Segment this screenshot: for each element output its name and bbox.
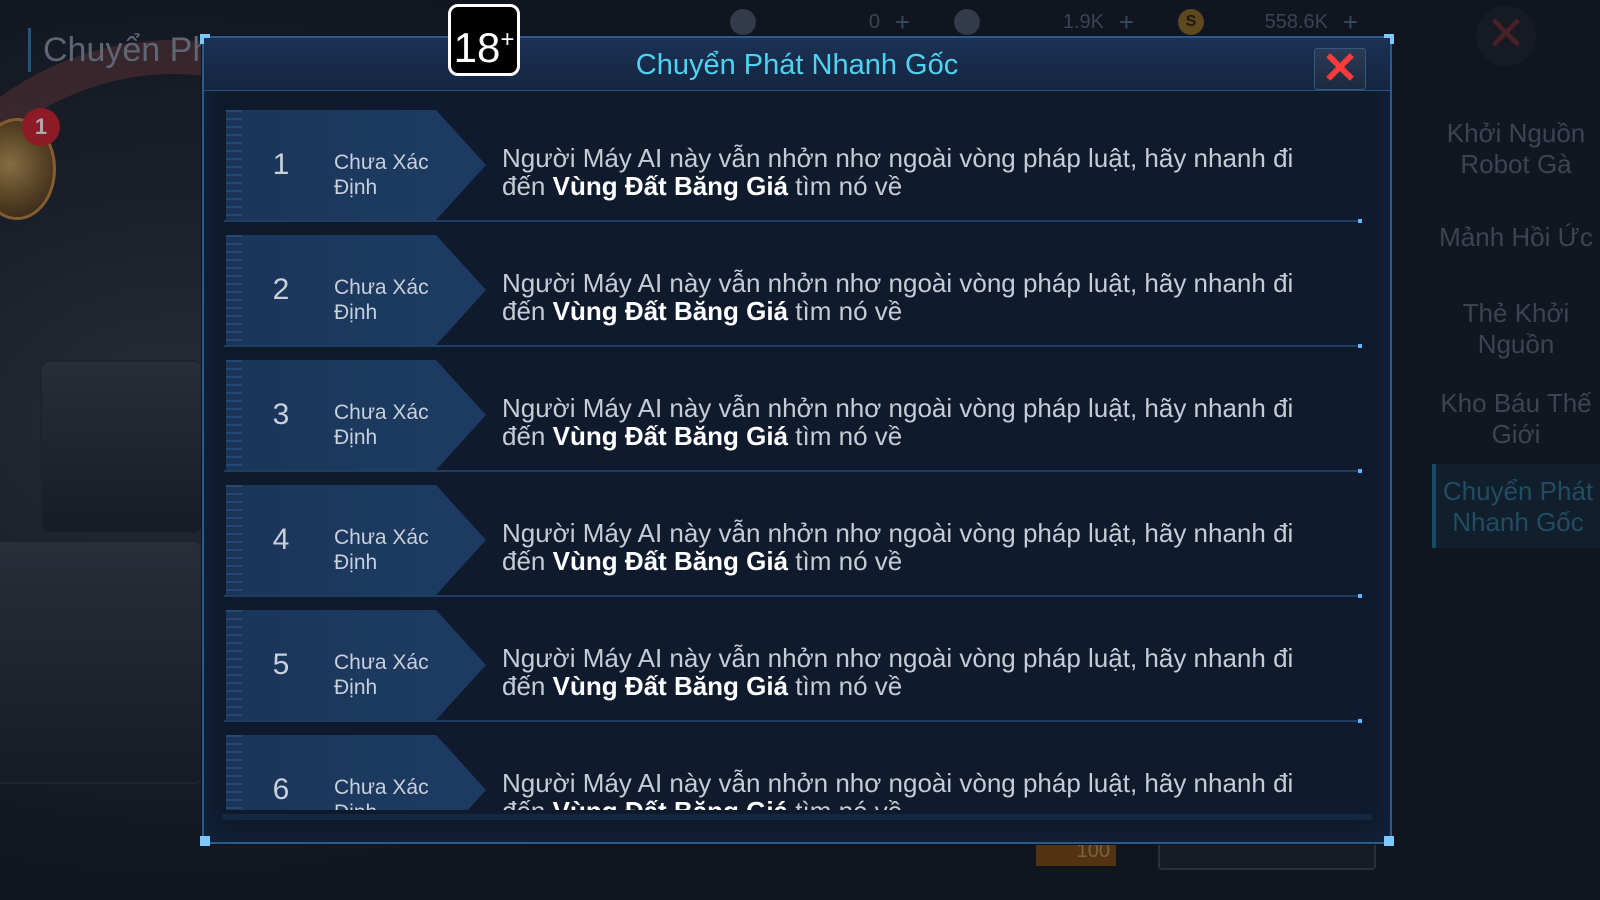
location-name: Vùng Đất Băng Giá xyxy=(552,296,789,326)
row-description: Người Máy AI này vẫn nhởn nhơ ngoài vòng… xyxy=(502,518,1294,576)
express-modal: Chuyển Phát Nhanh Gốc ✕ 1 Chưa Xác Định … xyxy=(200,34,1394,846)
location-name: Vùng Đất Băng Giá xyxy=(552,546,789,576)
row-index: 1 xyxy=(272,148,290,181)
tag-decoration xyxy=(226,610,242,720)
list-item[interactable]: 3 Chưa Xác Định Người Máy AI này vẫn nhở… xyxy=(224,354,1362,473)
tag-arrow xyxy=(436,735,486,810)
tag-decoration xyxy=(226,235,242,345)
list-item[interactable]: 5 Chưa Xác Định Người Máy AI này vẫn nhở… xyxy=(224,604,1362,723)
row-description: Người Máy AI này vẫn nhởn nhơ ngoài vòng… xyxy=(502,643,1294,701)
location-name: Vùng Đất Băng Giá xyxy=(553,796,788,810)
row-divider-dot xyxy=(1358,594,1362,598)
status-label: Chưa Xác Định xyxy=(334,401,429,449)
row-index: 5 xyxy=(272,648,290,681)
location-name: Vùng Đất Băng Giá xyxy=(552,171,789,201)
list-item[interactable]: 1 Chưa Xác Định Người Máy AI này vẫn nhở… xyxy=(224,104,1362,223)
status-label: Chưa Xác Định xyxy=(334,776,429,810)
close-icon: ✕ xyxy=(1321,44,1359,93)
express-list[interactable]: 1 Chưa Xác Định Người Máy AI này vẫn nhở… xyxy=(224,104,1368,810)
list-item[interactable]: 2 Chưa Xác Định Người Máy AI này vẫn nhở… xyxy=(224,229,1362,348)
row-divider-dot xyxy=(1358,469,1362,473)
status-label: Chưa Xác Định xyxy=(334,151,429,199)
corner-accent xyxy=(200,836,210,846)
row-index: 6 xyxy=(272,773,290,806)
location-name: Vùng Đất Băng Giá xyxy=(552,671,789,701)
modal-footer-bar xyxy=(222,814,1372,820)
modal-title: Chuyển Phát Nhanh Gốc xyxy=(635,49,959,81)
row-divider-dot xyxy=(1358,344,1362,348)
close-button[interactable]: ✕ xyxy=(1314,47,1366,91)
tag-arrow xyxy=(436,235,486,345)
row-description: Người Máy AI này vẫn nhởn nhơ ngoài vòng… xyxy=(502,393,1294,451)
tag-arrow xyxy=(436,360,486,470)
list-item[interactable]: 4 Chưa Xác Định Người Máy AI này vẫn nhở… xyxy=(224,479,1362,598)
row-index: 2 xyxy=(272,273,290,306)
age-rating-badge: 18+ xyxy=(448,4,520,76)
status-label: Chưa Xác Định xyxy=(334,276,429,324)
tag-arrow xyxy=(436,485,486,595)
corner-accent xyxy=(1384,836,1394,846)
tag-decoration xyxy=(226,360,242,470)
tag-decoration xyxy=(226,485,242,595)
tag-decoration xyxy=(226,110,242,220)
row-index: 4 xyxy=(272,523,290,556)
row-index: 3 xyxy=(272,398,290,431)
row-divider-dot xyxy=(1358,219,1362,223)
modal-header: Chuyển Phát Nhanh Gốc ✕ xyxy=(204,38,1390,91)
row-description: Người Máy AI này vẫn nhởn nhơ ngoài vòng… xyxy=(502,769,1342,810)
list-item[interactable]: 6 Chưa Xác Định Người Máy AI này vẫn nhở… xyxy=(224,729,1360,810)
row-description: Người Máy AI này vẫn nhởn nhơ ngoài vòng… xyxy=(502,143,1294,201)
tag-arrow xyxy=(436,110,486,220)
row-description: Người Máy AI này vẫn nhởn nhơ ngoài vòng… xyxy=(502,268,1294,326)
tag-arrow xyxy=(436,610,486,720)
tag-decoration xyxy=(226,735,242,810)
status-label: Chưa Xác Định xyxy=(334,526,429,574)
status-label: Chưa Xác Định xyxy=(334,651,429,699)
row-divider-dot xyxy=(1358,719,1362,723)
location-name: Vùng Đất Băng Giá xyxy=(552,421,789,451)
